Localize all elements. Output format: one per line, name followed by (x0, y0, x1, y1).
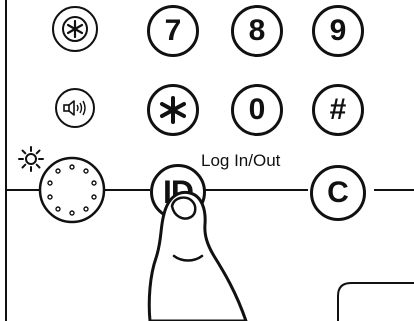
control-panel: 7 8 9 0 # Log In/Out ID C (0, 0, 414, 321)
pointing-finger-icon (147, 190, 248, 321)
